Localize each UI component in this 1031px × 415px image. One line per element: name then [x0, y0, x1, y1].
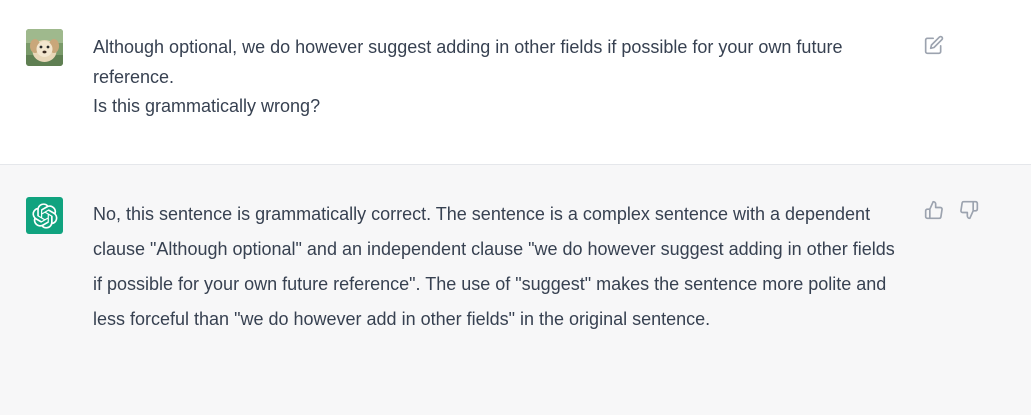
- thumbs-down-button[interactable]: [958, 199, 980, 221]
- user-message-line-2: Is this grammatically wrong?: [93, 96, 321, 116]
- assistant-message-row: No, this sentence is grammatically corre…: [0, 165, 1031, 415]
- user-message-row: Although optional, we do however suggest…: [0, 0, 1031, 165]
- user-message-text: Although optional, we do however suggest…: [93, 33, 903, 122]
- edit-button[interactable]: [923, 34, 945, 56]
- assistant-message-text: No, this sentence is grammatically corre…: [93, 197, 903, 337]
- openai-logo-icon: [31, 202, 57, 229]
- dog-avatar-icon: [26, 29, 63, 66]
- thumbs-up-icon: [924, 200, 943, 220]
- assistant-avatar: [26, 197, 63, 234]
- user-message-line-1: Although optional, we do however suggest…: [93, 37, 843, 87]
- edit-icon: [924, 35, 944, 55]
- user-avatar: [26, 29, 63, 66]
- thumbs-down-icon: [960, 200, 979, 220]
- assistant-message-paragraph: No, this sentence is grammatically corre…: [93, 204, 895, 329]
- thumbs-up-button[interactable]: [923, 199, 945, 221]
